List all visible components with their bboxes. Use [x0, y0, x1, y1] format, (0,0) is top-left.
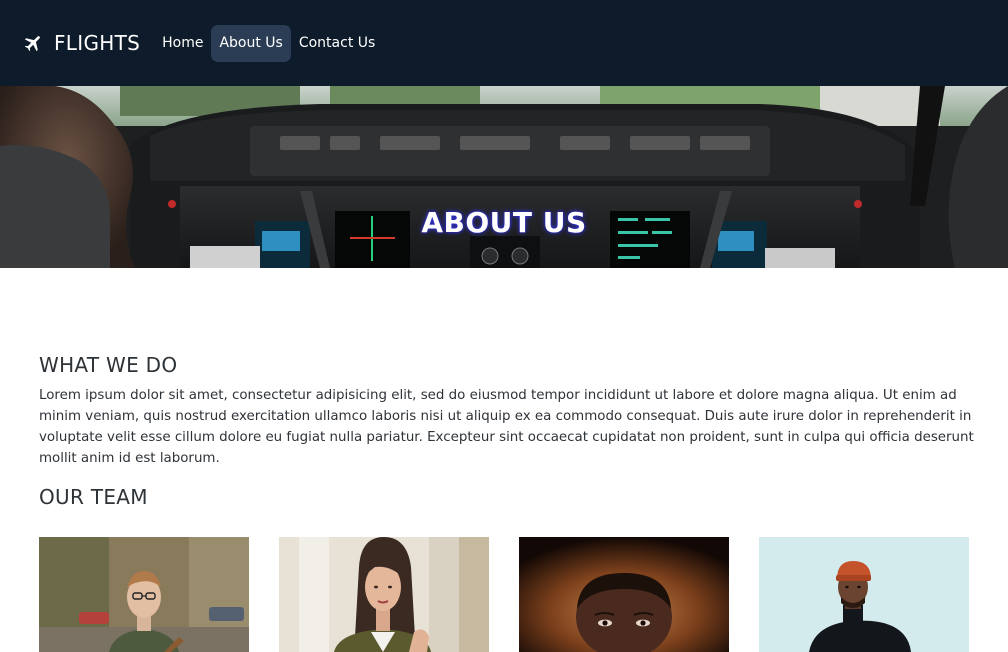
team-member-photo: [759, 537, 969, 652]
cockpit-image: [0, 86, 1008, 268]
hero-banner: ABOUT US: [0, 86, 1008, 268]
team-member-photo: [279, 537, 489, 652]
team-member-photo: [39, 537, 249, 652]
nav-link-contact-us[interactable]: Contact Us: [291, 25, 383, 62]
airplane-icon: [24, 36, 40, 52]
page-title: ABOUT US: [421, 206, 587, 239]
our-team-heading: OUR TEAM: [39, 485, 148, 509]
team-gallery: [39, 537, 969, 652]
what-we-do-text: Lorem ipsum dolor sit amet, consectetur …: [39, 388, 974, 466]
brand[interactable]: FLIGHTS: [22, 31, 140, 55]
nav-link-about-us[interactable]: About Us: [211, 24, 291, 62]
nav-links: Home About Us Contact Us: [154, 24, 383, 62]
what-we-do-heading: WHAT WE DO: [39, 353, 178, 377]
team-member-photo: [519, 537, 729, 652]
navbar: FLIGHTS Home About Us Contact Us: [0, 0, 1008, 86]
nav-link-home[interactable]: Home: [154, 25, 211, 62]
brand-name: FLIGHTS: [54, 31, 141, 55]
